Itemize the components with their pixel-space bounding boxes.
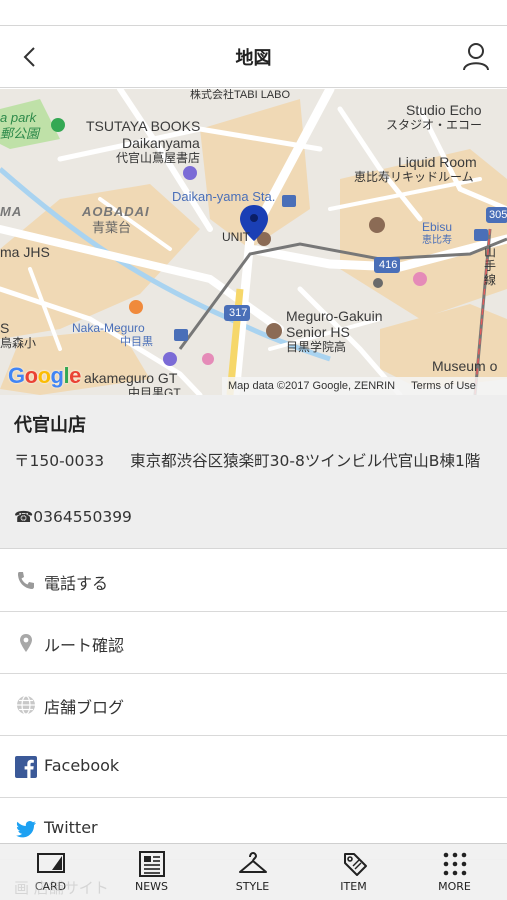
tab-more-label: MORE	[438, 880, 471, 893]
tab-more[interactable]: MORE	[404, 844, 505, 900]
address-text: 東京都渋谷区猿楽町30-8ツインビル代官山B棟1階	[130, 452, 481, 470]
status-area	[0, 0, 507, 26]
postal-code: 〒150-0033	[14, 452, 105, 470]
map-label: UNIT	[222, 230, 250, 244]
map-label: 目黒学院高	[286, 340, 347, 354]
tab-style[interactable]: STYLE	[202, 844, 303, 900]
facebook-icon	[15, 756, 37, 778]
map-label: Senior HS	[286, 324, 350, 340]
map-label: 中目黒	[120, 336, 153, 348]
store-name: 代官山店	[14, 415, 86, 436]
map-label: MA	[0, 204, 23, 219]
call-label: 電話する	[44, 574, 109, 593]
map-label: TSUTAYA BOOKS	[86, 118, 201, 134]
map-label: AOBADAI	[82, 204, 150, 219]
tab-news-label: NEWS	[134, 880, 169, 893]
map-label: S	[0, 320, 10, 336]
map-label: 郵公園	[0, 126, 40, 141]
map-label: Museum o	[432, 358, 498, 374]
map-label: Daikan-yama Sta.	[172, 189, 276, 204]
map-label: 恵比寿	[422, 235, 452, 246]
twitter-icon	[16, 821, 36, 838]
map-label: ma JHS	[0, 244, 50, 260]
map-label: 代官山蔦屋書店	[116, 151, 201, 165]
route-button[interactable]: ルート確認	[0, 612, 507, 674]
facebook-button[interactable]: Facebook	[0, 736, 507, 798]
map-label: Ebisu	[422, 220, 453, 234]
map-label: 鳥森小	[0, 336, 37, 350]
news-icon	[139, 851, 165, 877]
map-label: akameguro GT	[84, 370, 178, 386]
google-logo: Google	[8, 363, 81, 388]
card-icon	[37, 853, 65, 873]
map-label: 青葉台	[92, 220, 132, 235]
map-label: 恵比寿リキッドルーム	[354, 170, 474, 184]
nav-bar: 地図	[0, 26, 507, 88]
phone-icon	[18, 572, 34, 589]
map-label: 山手線	[484, 245, 497, 287]
store-map[interactable]: 株式会社TABI LABO a park 郵公園 TSUTAYA BOOKS D…	[0, 89, 507, 395]
store-info: 代官山店 〒150-0033 東京都渋谷区猿楽町30-8ツインビル代官山B棟1階 …	[0, 395, 507, 549]
call-button[interactable]: 電話する	[0, 550, 507, 612]
route-shield-317: 317	[229, 307, 248, 319]
store-phone: ☎0364550399	[14, 508, 132, 526]
more-dots-icon	[443, 852, 467, 876]
page-title: 地図	[235, 48, 272, 69]
map-label: Naka-Meguro	[72, 321, 145, 335]
route-shield-416: 416	[379, 259, 398, 271]
tag-icon	[344, 853, 367, 876]
tab-item[interactable]: ITEM	[303, 844, 404, 900]
map-attribution: Map data ©2017 Google, ZENRIN Terms of Us…	[222, 377, 507, 395]
route-label: ルート確認	[44, 636, 125, 655]
store-site-ghost-text: 画 店舗サイト	[14, 879, 109, 897]
store-address: 〒150-0033 東京都渋谷区猿楽町30-8ツインビル代官山B棟1階	[14, 447, 496, 475]
map-label: Liquid Room	[398, 154, 477, 170]
map-label: 中目黒GT	[128, 386, 181, 395]
map-label: Meguro-Gakuin	[286, 308, 383, 324]
user-icon[interactable]	[459, 39, 493, 75]
location-pin-icon	[20, 634, 32, 652]
tab-style-label: STYLE	[235, 880, 270, 893]
store-blog-button[interactable]: 店舗ブログ	[0, 674, 507, 736]
tab-news[interactable]: NEWS	[101, 844, 202, 900]
terms-of-use-link[interactable]: Terms of Use	[411, 380, 476, 392]
map-label: a park	[0, 110, 37, 125]
map-label: Daikanyama	[122, 135, 200, 151]
hanger-icon	[239, 852, 267, 873]
map-label: スタジオ・エコー	[386, 118, 483, 132]
store-blog-label: 店舗ブログ	[44, 698, 125, 717]
route-shield-305: 305	[489, 209, 507, 221]
map-data-credit: Map data ©2017 Google, ZENRIN	[228, 380, 396, 392]
map-label: Studio Echo	[406, 102, 482, 118]
tab-item-label: ITEM	[340, 880, 367, 893]
globe-icon	[17, 695, 35, 715]
map-label: 株式会社TABI LABO	[190, 89, 291, 101]
facebook-label: Facebook	[44, 756, 120, 775]
twitter-label: Twitter	[44, 818, 98, 837]
